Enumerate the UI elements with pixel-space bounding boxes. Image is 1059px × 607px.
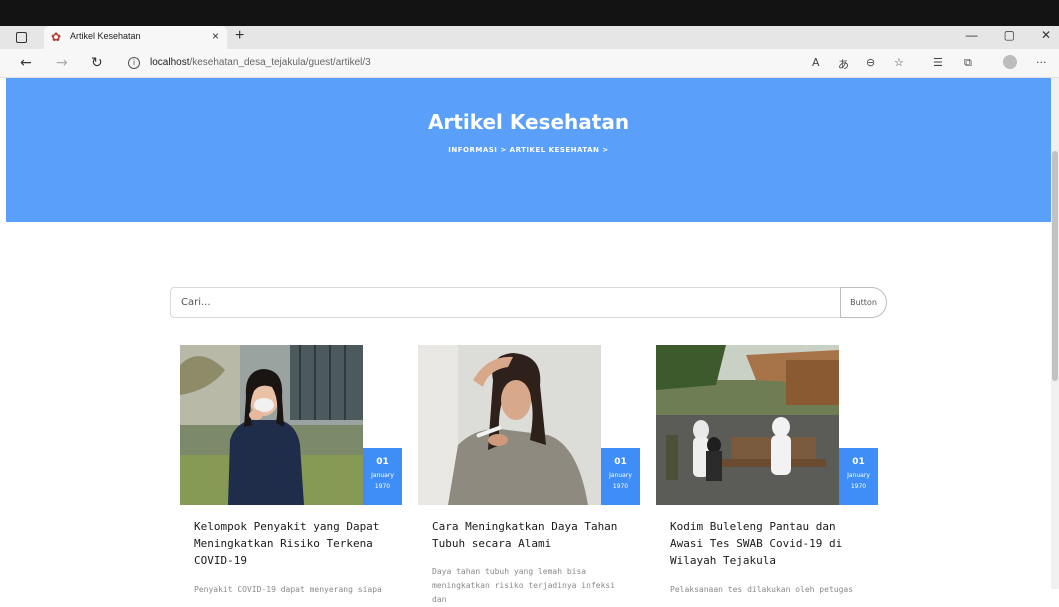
date-year: 1970 — [374, 483, 391, 490]
article-image[interactable] — [656, 345, 839, 505]
more-menu-icon[interactable]: ··· — [1036, 56, 1047, 69]
screen-top-bar — [0, 0, 1059, 26]
scrollbar-thumb[interactable] — [1052, 151, 1058, 381]
window-close-icon[interactable]: ✕ — [1041, 28, 1051, 42]
reload-icon[interactable]: ↻ — [91, 55, 103, 71]
date-month: January — [847, 472, 870, 479]
favorite-add-icon[interactable]: ☆ — [894, 56, 904, 69]
date-month: January — [371, 472, 394, 479]
site-favicon-icon: ✿ — [51, 30, 62, 44]
url-field[interactable]: localhost/kesehatan_desa_tejakula/guest/… — [150, 57, 371, 68]
restore-icon[interactable]: ▢ — [1004, 28, 1015, 42]
date-year: 1970 — [612, 483, 629, 490]
tab-actions-icon[interactable] — [16, 32, 27, 43]
date-badge: 01 January 1970 — [839, 448, 878, 505]
page-title: Artikel Kesehatan — [427, 110, 630, 134]
date-month: January — [609, 472, 632, 479]
date-day: 01 — [852, 457, 865, 467]
date-badge: 01 January 1970 — [601, 448, 640, 505]
date-badge: 01 January 1970 — [363, 448, 402, 505]
zoom-icon[interactable]: ⊖ — [866, 56, 875, 69]
article-title[interactable]: Kelompok Penyakit yang Dapat Meningkatka… — [194, 518, 384, 569]
article-excerpt: Daya tahan tubuh yang lemah bisa meningk… — [432, 567, 616, 604]
favorites-icon[interactable]: ☰ — [933, 56, 943, 69]
tab-close-icon[interactable]: × — [212, 29, 219, 43]
article-excerpt: Penyakit COVID-19 dapat menyerang siapa — [194, 585, 382, 594]
browser-tab[interactable]: ✿ Artikel Kesehatan × — [44, 26, 227, 49]
search-button[interactable]: Button — [840, 287, 887, 318]
new-tab-icon[interactable]: + — [235, 27, 244, 45]
hero-banner: Artikel Kesehatan INFORMASI > ARTIKEL KE… — [6, 78, 1051, 222]
date-day: 01 — [614, 457, 627, 467]
collections-icon[interactable]: ⧉ — [964, 56, 972, 70]
date-year: 1970 — [850, 483, 867, 490]
window-controls: — ▢ ✕ — [966, 28, 1051, 42]
translate-icon[interactable]: あ — [838, 56, 849, 72]
address-bar: ← → ↻ i localhost/kesehatan_desa_tejakul… — [0, 49, 1059, 78]
search-input[interactable] — [170, 287, 841, 318]
tab-title: Artikel Kesehatan — [70, 31, 141, 41]
profile-avatar[interactable] — [1003, 55, 1017, 69]
article-image[interactable] — [418, 345, 601, 505]
article-excerpt: Pelaksanaan tes dilakukan oleh petugas — [670, 585, 854, 594]
back-icon[interactable]: ← — [20, 55, 32, 71]
read-aloud-icon[interactable]: A — [812, 56, 820, 69]
url-path: /kesehatan_desa_tejakula/guest/artikel/3 — [189, 57, 371, 68]
date-day: 01 — [376, 457, 389, 467]
article-card[interactable]: 01 January 1970 Cara Meningkatkan Daya T… — [418, 345, 640, 604]
article-image[interactable] — [180, 345, 363, 505]
search-bar: Button — [170, 287, 887, 318]
article-card[interactable]: 01 January 1970 Kelompok Penyakit yang D… — [180, 345, 402, 594]
site-info-icon[interactable]: i — [128, 57, 140, 69]
article-title[interactable]: Cara Meningkatkan Daya Tahan Tubuh secar… — [432, 518, 622, 552]
breadcrumb: INFORMASI > ARTIKEL KESEHATAN > — [448, 146, 609, 154]
url-host: localhost — [150, 57, 190, 68]
article-title[interactable]: Kodim Buleleng Pantau dan Awasi Tes SWAB… — [670, 518, 860, 569]
tab-strip: ✿ Artikel Kesehatan × + — ▢ ✕ — [0, 26, 1059, 49]
forward-icon[interactable]: → — [56, 55, 68, 71]
minimize-icon[interactable]: — — [966, 28, 978, 42]
article-card[interactable]: 01 January 1970 Kodim Buleleng Pantau da… — [656, 345, 878, 594]
